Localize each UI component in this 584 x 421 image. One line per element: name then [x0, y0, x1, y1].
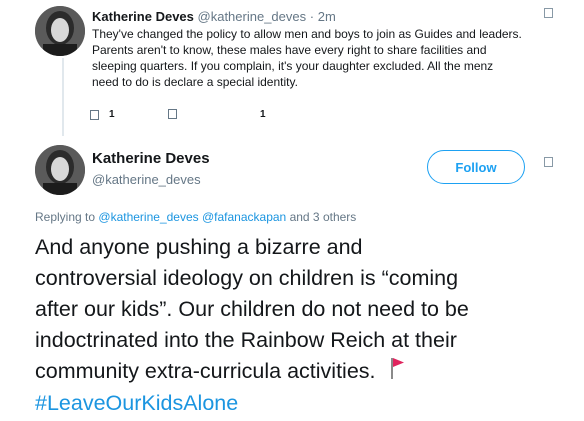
thread-connector-line	[62, 58, 64, 136]
retweet-action[interactable]	[168, 109, 177, 119]
author-name[interactable]: Katherine Deves	[92, 9, 194, 24]
red-flag-icon	[390, 357, 404, 388]
tweet-timestamp[interactable]: 2m	[318, 9, 336, 24]
reply-icon	[90, 109, 99, 120]
chevron-down-icon	[544, 157, 553, 167]
replying-prefix: Replying to	[35, 210, 96, 224]
tweet1-more-menu[interactable]	[544, 8, 553, 18]
tweet1-text: They've changed the policy to allow men …	[92, 26, 532, 90]
replying-to: Replying to @katherine_deves @fafanackap…	[35, 210, 356, 224]
avatar[interactable]	[35, 145, 85, 195]
like-count: 1	[260, 109, 266, 120]
tweet-text-line: They've changed the policy to allow men …	[92, 27, 522, 41]
author-handle[interactable]: @katherine_deves	[198, 9, 307, 24]
tweet-text-line: And anyone pushing a bizarre and	[35, 235, 363, 259]
tweet-text-line: Parents aren't to know, these males have…	[92, 43, 487, 57]
tweet-text-line: sleeping quarters. If you complain, it's…	[92, 59, 494, 73]
tweet-text-line: after our kids”. Our children do not nee…	[35, 297, 469, 321]
tweet-text-line-last: community extra-curricula activities.	[35, 356, 575, 388]
mention-link[interactable]: @fafanackapan	[202, 210, 286, 224]
follow-button[interactable]: Follow	[427, 150, 525, 184]
tweet2-more-menu[interactable]	[544, 157, 553, 167]
tweet1-header: Katherine Deves @katherine_deves · 2m	[92, 9, 336, 24]
tweet2-text: And anyone pushing a bizarre and controv…	[35, 232, 575, 419]
like-action[interactable]: 1	[253, 109, 266, 120]
tweet-text-line: community extra-curricula activities.	[35, 359, 376, 383]
tweet-text-line: controversial ideology on children is “c…	[35, 266, 459, 290]
chevron-down-icon	[544, 8, 553, 18]
author-handle[interactable]: @katherine_deves	[92, 172, 201, 187]
retweet-icon	[168, 109, 177, 119]
mention-link[interactable]: @katherine_deves	[98, 210, 198, 224]
hashtag-link[interactable]: #LeaveOurKidsAlone	[35, 388, 575, 419]
author-name[interactable]: Katherine Deves	[92, 150, 210, 167]
replying-suffix[interactable]: and 3 others	[290, 210, 357, 224]
separator-dot: ·	[309, 9, 315, 24]
reply-count: 1	[109, 109, 115, 120]
avatar[interactable]	[35, 6, 85, 56]
tweet-text-line: need to do is declare a special identity…	[92, 75, 298, 89]
tweet-text-line: indoctrinated into the Rainbow Reich at …	[35, 328, 457, 352]
reply-action[interactable]: 1	[90, 109, 115, 120]
